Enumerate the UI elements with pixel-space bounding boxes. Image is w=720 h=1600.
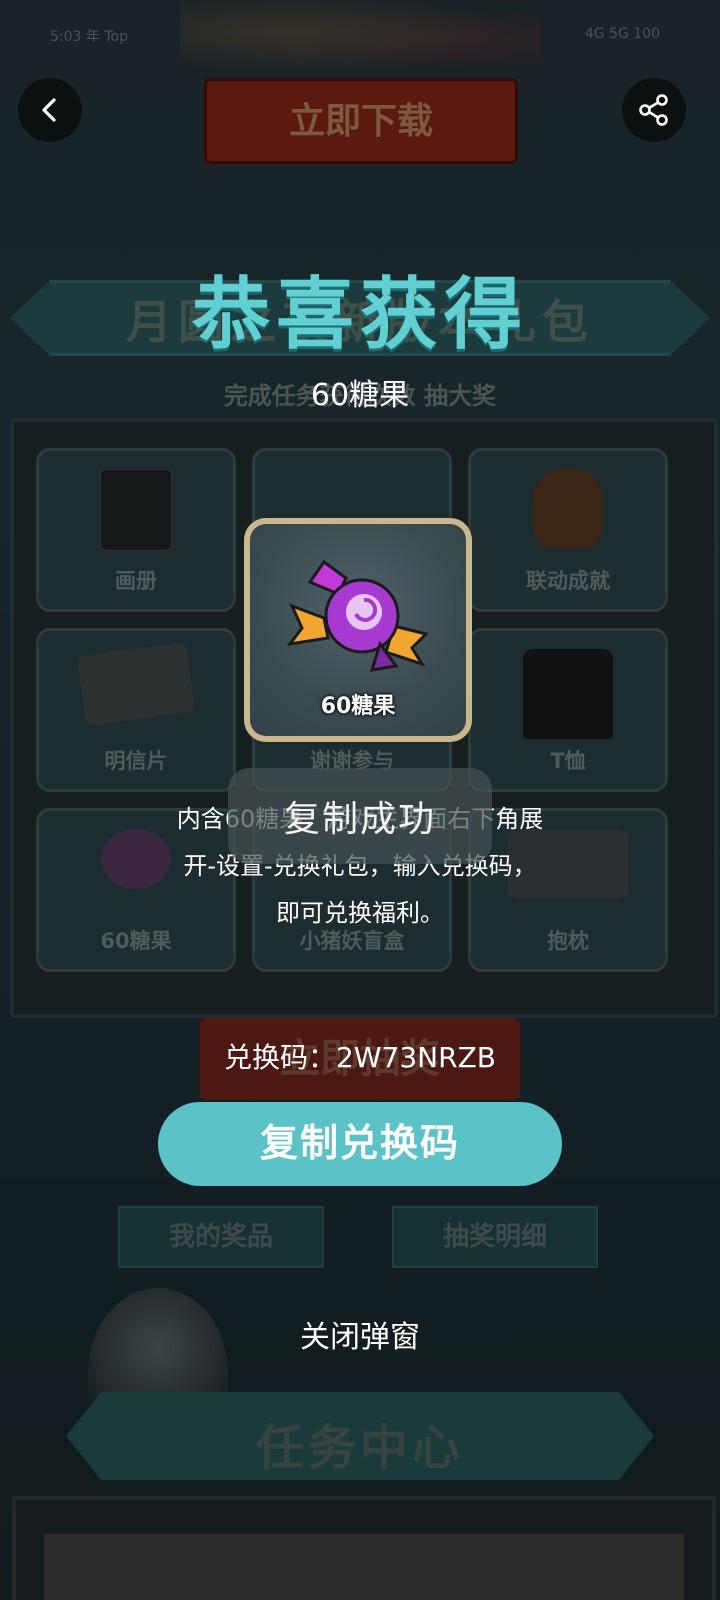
redeem-code-label: 兑换码： <box>224 1041 337 1074</box>
header-artwork <box>180 0 540 80</box>
gift-page: 5:03 年 Top 4G 5G 100 立即下载 月圆之夜新版本礼包 完成任务… <box>0 0 720 1600</box>
status-icons: 4G 5G 100 <box>584 26 660 42</box>
prize-card: 60糖果 <box>244 518 472 742</box>
toast-text: 复制成功 <box>283 799 436 840</box>
share-icon <box>639 94 668 126</box>
redeem-code-value: 2W73NRZB <box>336 1041 496 1074</box>
album-thumbnail <box>100 469 172 551</box>
status-time: 5:03 年 Top <box>50 29 128 45</box>
task-center-title: 任务中心 <box>255 1420 464 1476</box>
share-button[interactable] <box>622 78 686 142</box>
prize-cell-album: 画册 <box>36 448 236 612</box>
candy-icon <box>286 559 429 672</box>
prize-cell-postcard: 明信片 <box>36 628 236 792</box>
copy-success-toast: 复制成功 <box>228 768 492 864</box>
boar-thumbnail <box>533 469 603 549</box>
copy-code-label: 复制兑换码 <box>259 1123 460 1165</box>
tshirt-thumbnail <box>523 649 613 739</box>
download-button: 立即下载 <box>204 78 518 164</box>
my-prizes-button: 我的奖品 <box>118 1206 324 1268</box>
draw-details-button: 抽奖明细 <box>392 1206 598 1268</box>
task-center-banner: 任务中心 <box>66 1392 654 1480</box>
modal-title: 恭喜获得 <box>191 270 528 360</box>
chevron-left-icon <box>42 98 56 122</box>
copy-code-button[interactable]: 复制兑换码 <box>158 1102 562 1186</box>
postcard-thumbnail <box>76 641 196 727</box>
task-panel <box>12 1496 716 1600</box>
prize-name: 60糖果 <box>310 378 410 413</box>
back-button[interactable] <box>18 78 82 142</box>
redeem-code: 兑换码：2W73NRZB <box>0 1036 720 1076</box>
prize-cell-tshirt: T恤 <box>468 628 668 792</box>
prize-cell-achievement: 联动成就 <box>468 448 668 612</box>
close-modal-link[interactable]: 关闭弹窗 <box>0 1312 720 1356</box>
prize-card-label: 60糖果 <box>320 694 396 719</box>
